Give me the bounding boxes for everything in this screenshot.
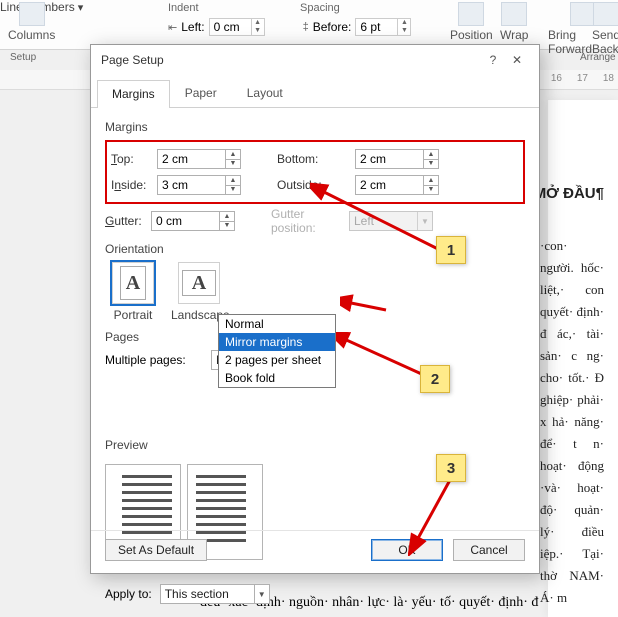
ribbon-wrap[interactable]: Wrap — [500, 2, 528, 42]
top-spinner[interactable]: 2 cm▲▼ — [157, 149, 241, 169]
ribbon-position-label: Position — [450, 28, 493, 42]
chevron-down-icon[interactable]: ▼ — [254, 585, 269, 603]
dialog-titlebar: Page Setup ? ✕ — [91, 45, 539, 75]
outside-spinner[interactable]: 2 cm▲▼ — [355, 175, 439, 195]
ruler-mark: 17 — [577, 73, 588, 84]
tab-layout[interactable]: Layout — [232, 79, 298, 107]
bottom-spinner[interactable]: 2 cm▲▼ — [355, 149, 439, 169]
apply-to-select[interactable]: This section ▼ — [160, 584, 270, 604]
ribbon-position[interactable]: Position — [450, 2, 493, 42]
ruler-mark: 18 — [603, 73, 614, 84]
gutter-position-value: Left — [354, 214, 374, 228]
option-2-pages-per-sheet[interactable]: 2 pages per sheet — [219, 351, 335, 369]
inside-spinner[interactable]: 3 cm▲▼ — [157, 175, 241, 195]
help-button[interactable]: ? — [481, 53, 505, 67]
gutter-value: 0 cm — [156, 214, 182, 228]
callout-2: 2 — [420, 365, 450, 393]
gutter-spinner[interactable]: 0 cm▲▼ — [151, 211, 235, 231]
indent-left-value: 0 cm — [214, 20, 240, 34]
label-gutter: Gutter: — [105, 214, 151, 228]
close-button[interactable]: ✕ — [505, 53, 529, 67]
option-normal[interactable]: Normal — [219, 315, 335, 333]
spinner-arrows[interactable]: ▲▼ — [251, 19, 264, 35]
wrap-icon — [501, 2, 527, 26]
option-mirror-margins[interactable]: Mirror margins — [219, 333, 335, 351]
label-apply-to: Apply to: — [105, 587, 152, 601]
ruler-mark: 16 — [551, 73, 562, 84]
indent-left-label: Left: — [181, 20, 204, 34]
top-value: 2 cm — [162, 152, 188, 166]
ribbon-indent-spacing: ⇤ Left: 0 cm ▲▼ ‡ Before: 6 pt ▲▼ — [168, 18, 411, 36]
spacing-before-value: 6 pt — [360, 20, 380, 34]
indent-left-spinner[interactable]: 0 cm ▲▼ — [209, 18, 265, 36]
ok-button[interactable]: OK — [371, 539, 443, 561]
outside-value: 2 cm — [360, 178, 386, 192]
ribbon: Columns Line Numbers ▾ ⇤ Left: 0 cm ▲▼ ‡… — [0, 0, 618, 50]
label-bottom: Bottom: — [261, 152, 355, 166]
dialog-tabs: Margins Paper Layout — [91, 75, 539, 108]
spinner-arrows[interactable]: ▲▼ — [397, 19, 410, 35]
tab-paper[interactable]: Paper — [170, 79, 232, 107]
ribbon-indent-left-icon: ⇤ — [168, 21, 177, 34]
ribbon-columns[interactable]: Columns — [8, 2, 55, 42]
label-outside: Outside: — [261, 178, 355, 192]
send-back-icon — [593, 2, 618, 26]
doc-title: MỞ ĐẦU¶ — [534, 185, 604, 202]
label-top: Top: — [111, 152, 157, 166]
ribbon-spacing-before-icon: ‡ — [303, 21, 309, 33]
option-book-fold[interactable]: Book fold — [219, 369, 335, 387]
ribbon-send-back[interactable]: Send Back — [592, 2, 618, 56]
orientation-landscape[interactable]: A Landscape — [171, 262, 227, 322]
margins-highlight-box: Top: 2 cm▲▼ Bottom: 2 cm▲▼ Inside: 3 cm▲… — [105, 140, 525, 204]
multiple-pages-dropdown[interactable]: Normal Mirror margins 2 pages per sheet … — [218, 314, 336, 388]
callout-1: 1 — [436, 236, 466, 264]
tab-margins[interactable]: Margins — [97, 80, 170, 108]
section-margins-label: Margins — [105, 120, 525, 134]
section-preview-label: Preview — [105, 438, 525, 452]
orientation-portrait-label: Portrait — [105, 308, 161, 322]
callout-3: 3 — [436, 454, 466, 482]
page-setup-dialog: Page Setup ? ✕ Margins Paper Layout Marg… — [90, 44, 540, 574]
set-as-default-button[interactable]: Set As Default — [105, 539, 207, 561]
spacing-before-label: Before: — [313, 20, 352, 34]
spacing-group-label: Spacing — [300, 2, 340, 14]
dialog-footer: Set As Default OK Cancel — [91, 530, 539, 573]
label-inside: Inside: — [111, 178, 157, 192]
apply-to-value: This section — [165, 587, 229, 601]
spacing-before-spinner[interactable]: 6 pt ▲▼ — [355, 18, 411, 36]
bottom-value: 2 cm — [360, 152, 386, 166]
label-gutter-position: Gutter position: — [255, 207, 349, 235]
ribbon-columns-label: Columns — [8, 28, 55, 42]
ribbon-wrap-label: Wrap — [500, 28, 528, 42]
label-multiple-pages: Multiple pages: — [105, 353, 199, 367]
cancel-button[interactable]: Cancel — [453, 539, 525, 561]
group-setup-label: Setup — [10, 52, 36, 63]
doc-body: ·con· người. hốc· liệt,· con quyết· định… — [540, 235, 604, 609]
inside-value: 3 cm — [162, 178, 188, 192]
columns-icon — [19, 2, 45, 26]
gutter-position-select: Left▼ — [349, 211, 433, 231]
group-arrange-label: Arrange — [580, 52, 616, 63]
indent-group-label: Indent — [168, 2, 199, 14]
dialog-title: Page Setup — [101, 53, 481, 67]
position-icon — [458, 2, 484, 26]
orientation-portrait[interactable]: A Portrait — [105, 262, 161, 322]
